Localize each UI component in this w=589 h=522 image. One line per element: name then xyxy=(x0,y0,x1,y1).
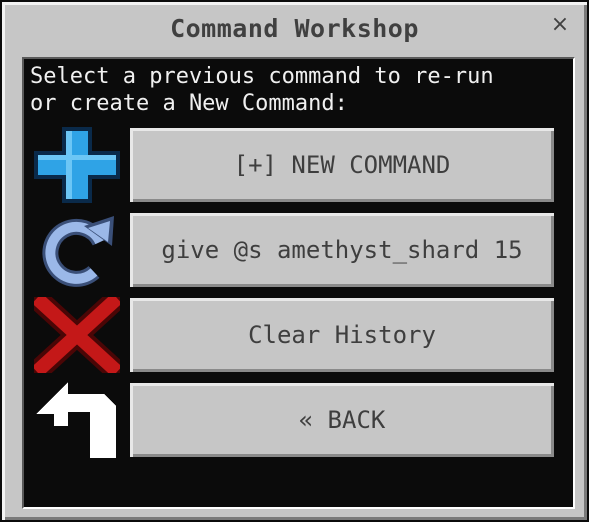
dialog-title: Command Workshop xyxy=(170,14,419,43)
command-panel: Select a previous command to re-run or c… xyxy=(22,57,575,509)
rerun-command-button[interactable]: give @s amethyst_shard 15 xyxy=(127,210,557,290)
back-row: « BACK xyxy=(24,380,573,460)
prompt-text: Select a previous command to re-run or c… xyxy=(30,64,494,116)
new-command-button[interactable]: [+] NEW COMMAND xyxy=(127,125,557,205)
back-arrow-icon xyxy=(34,382,120,458)
clear-history-row: Clear History xyxy=(24,295,573,375)
back-button[interactable]: « BACK xyxy=(127,380,557,460)
previous-command-row: give @s amethyst_shard 15 xyxy=(24,210,573,290)
refresh-icon xyxy=(34,212,120,288)
plus-icon xyxy=(34,127,120,203)
new-command-row: [+] NEW COMMAND xyxy=(24,125,573,205)
x-icon xyxy=(34,297,120,373)
close-button[interactable]: × xyxy=(549,14,571,36)
command-workshop-dialog: Command Workshop × Select a previous com… xyxy=(0,0,589,522)
clear-history-button[interactable]: Clear History xyxy=(127,295,557,375)
